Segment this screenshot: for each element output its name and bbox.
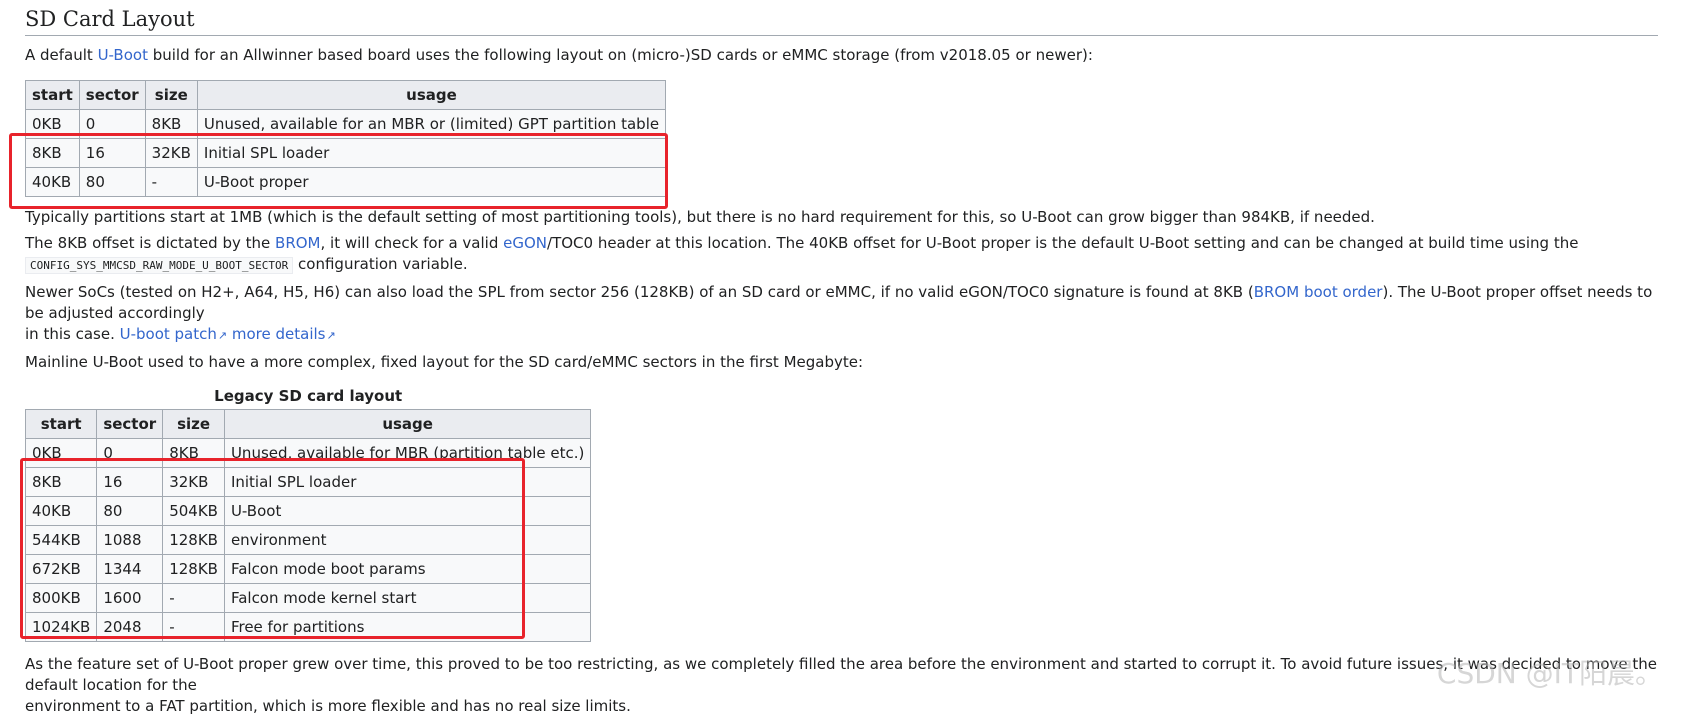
newer-text-1: Newer SoCs (tested on H2+, A64, H5, H6) … bbox=[25, 283, 1254, 301]
cell-usage: Unused, available for MBR (partition tab… bbox=[223, 438, 592, 468]
newer-socs-paragraph: Newer SoCs (tested on H2+, A64, H5, H6) … bbox=[25, 282, 1658, 346]
cell-sector: 80 bbox=[96, 496, 164, 526]
u-boot-patch-link[interactable]: U-boot patch bbox=[120, 325, 227, 343]
column-header: sector bbox=[96, 409, 164, 439]
column-header: usage bbox=[223, 409, 592, 439]
cell-usage: Initial SPL loader bbox=[223, 467, 592, 497]
offset-text-3: /TOC0 header at this location. The 40KB … bbox=[547, 234, 1579, 252]
cell-usage: Unused, available for an MBR or (limited… bbox=[196, 109, 667, 139]
intro-text-2: build for an Allwinner based board uses … bbox=[147, 46, 1093, 64]
column-header: start bbox=[24, 409, 98, 439]
table-row: 0KB 0 8KB Unused, available for an MBR o… bbox=[25, 109, 667, 139]
cell-start: 0KB bbox=[24, 438, 98, 468]
cell-start: 672KB bbox=[24, 554, 98, 584]
config-code: CONFIG_SYS_MMCSD_RAW_MODE_U_BOOT_SECTOR bbox=[25, 257, 294, 274]
table-row: 40KB 80 504KB U-Boot bbox=[24, 496, 592, 526]
cell-usage: U-Boot bbox=[223, 496, 592, 526]
cell-sector: 1088 bbox=[96, 525, 164, 555]
cell-sector: 16 bbox=[96, 467, 164, 497]
brom-boot-order-link[interactable]: BROM boot order bbox=[1254, 283, 1383, 301]
cell-usage: Initial SPL loader bbox=[196, 138, 667, 168]
egon-link[interactable]: eGON bbox=[503, 234, 547, 252]
cell-size: 8KB bbox=[162, 438, 225, 468]
cell-start: 800KB bbox=[24, 583, 98, 613]
cell-usage: U-Boot proper bbox=[196, 167, 667, 197]
table-row: 0KB 0 8KB Unused, available for MBR (partit… bbox=[24, 438, 592, 468]
watermark: CSDN @IT阳晨。 bbox=[1436, 657, 1663, 690]
cell-start: 40KB bbox=[25, 167, 80, 197]
intro-paragraph: A default U-Boot build for an Allwinner … bbox=[25, 45, 1658, 66]
u-boot-link[interactable]: U-Boot bbox=[98, 46, 148, 64]
cell-usage: Falcon mode kernel start bbox=[223, 583, 592, 613]
cell-sector: 0 bbox=[96, 438, 164, 468]
cell-start: 544KB bbox=[24, 525, 98, 555]
feature-text-2: environment to a FAT partition, which is… bbox=[25, 697, 631, 715]
column-header: sector bbox=[78, 80, 146, 110]
cell-size: 32KB bbox=[162, 467, 225, 497]
table-caption: Legacy SD card layout bbox=[214, 387, 403, 405]
table-row: 544KB 1088 128KB environment bbox=[24, 525, 592, 555]
mainline-paragraph: Mainline U-Boot used to have a more comp… bbox=[25, 353, 864, 371]
newer-text-3: in this case. bbox=[25, 325, 120, 343]
table-row: 8KB 16 32KB Initial SPL loader bbox=[25, 138, 667, 168]
cell-start: 8KB bbox=[24, 467, 98, 497]
cell-sector: 2048 bbox=[96, 612, 164, 642]
offset-text-4: configuration variable. bbox=[293, 255, 468, 273]
cell-start: 8KB bbox=[25, 138, 80, 168]
layout-table: start sector size usage 0KB 0 8KB Unused… bbox=[25, 80, 667, 197]
column-header: usage bbox=[196, 80, 667, 110]
cell-usage: Falcon mode boot params bbox=[223, 554, 592, 584]
cell-size: 504KB bbox=[162, 496, 225, 526]
cell-sector: 1344 bbox=[96, 554, 164, 584]
cell-size: 32KB bbox=[144, 138, 198, 168]
column-header: start bbox=[25, 80, 80, 110]
table-row: 8KB 16 32KB Initial SPL loader bbox=[24, 467, 592, 497]
cell-size: - bbox=[144, 167, 198, 197]
cell-size: 8KB bbox=[144, 109, 198, 139]
intro-text: A default bbox=[25, 46, 98, 64]
cell-usage: Free for partitions bbox=[223, 612, 592, 642]
table-row: 1024KB 2048- Free for partitions bbox=[24, 612, 592, 642]
cell-usage: environment bbox=[223, 525, 592, 555]
feature-paragraph: As the feature set of U-Boot proper grew… bbox=[25, 654, 1658, 717]
cell-sector: 0 bbox=[78, 109, 146, 139]
legacy-layout-table: Legacy SD card layout start sector size … bbox=[24, 385, 592, 642]
feature-text-1: As the feature set of U-Boot proper grew… bbox=[25, 655, 1657, 694]
cell-size: 128KB bbox=[162, 554, 225, 584]
section-heading: SD Card Layout bbox=[25, 0, 1658, 36]
offset-text-1: The 8KB offset is dictated by the bbox=[25, 234, 276, 252]
cell-size: - bbox=[162, 583, 225, 613]
cell-sector: 16 bbox=[78, 138, 146, 168]
cell-start: 0KB bbox=[25, 109, 80, 139]
table-row: 800KB 1600- Falcon mode kernel start bbox=[24, 583, 592, 613]
typical-paragraph: Typically partitions start at 1MB (which… bbox=[25, 208, 1375, 226]
offset-paragraph: The 8KB offset is dictated by the BROM, … bbox=[25, 233, 1658, 276]
table-row: 40KB 80 - U-Boot proper bbox=[25, 167, 667, 197]
table-row: 672KB 1344 128KB Falcon mode boot params bbox=[24, 554, 592, 584]
cell-size: 128KB bbox=[162, 525, 225, 555]
column-header: size bbox=[162, 409, 225, 439]
brom-link[interactable]: BROM bbox=[275, 234, 320, 252]
cell-sector: 80 bbox=[78, 167, 146, 197]
column-header: size bbox=[144, 80, 198, 110]
cell-start: 1024KB bbox=[24, 612, 98, 642]
cell-size: - bbox=[162, 612, 225, 642]
offset-text-2: , it will check for a valid bbox=[320, 234, 504, 252]
article-content: SD Card Layout A default U-Boot build fo… bbox=[24, 0, 1658, 717]
cell-start: 40KB bbox=[24, 496, 98, 526]
cell-sector: 1600 bbox=[96, 583, 164, 613]
more-details-link[interactable]: more details bbox=[232, 325, 336, 343]
